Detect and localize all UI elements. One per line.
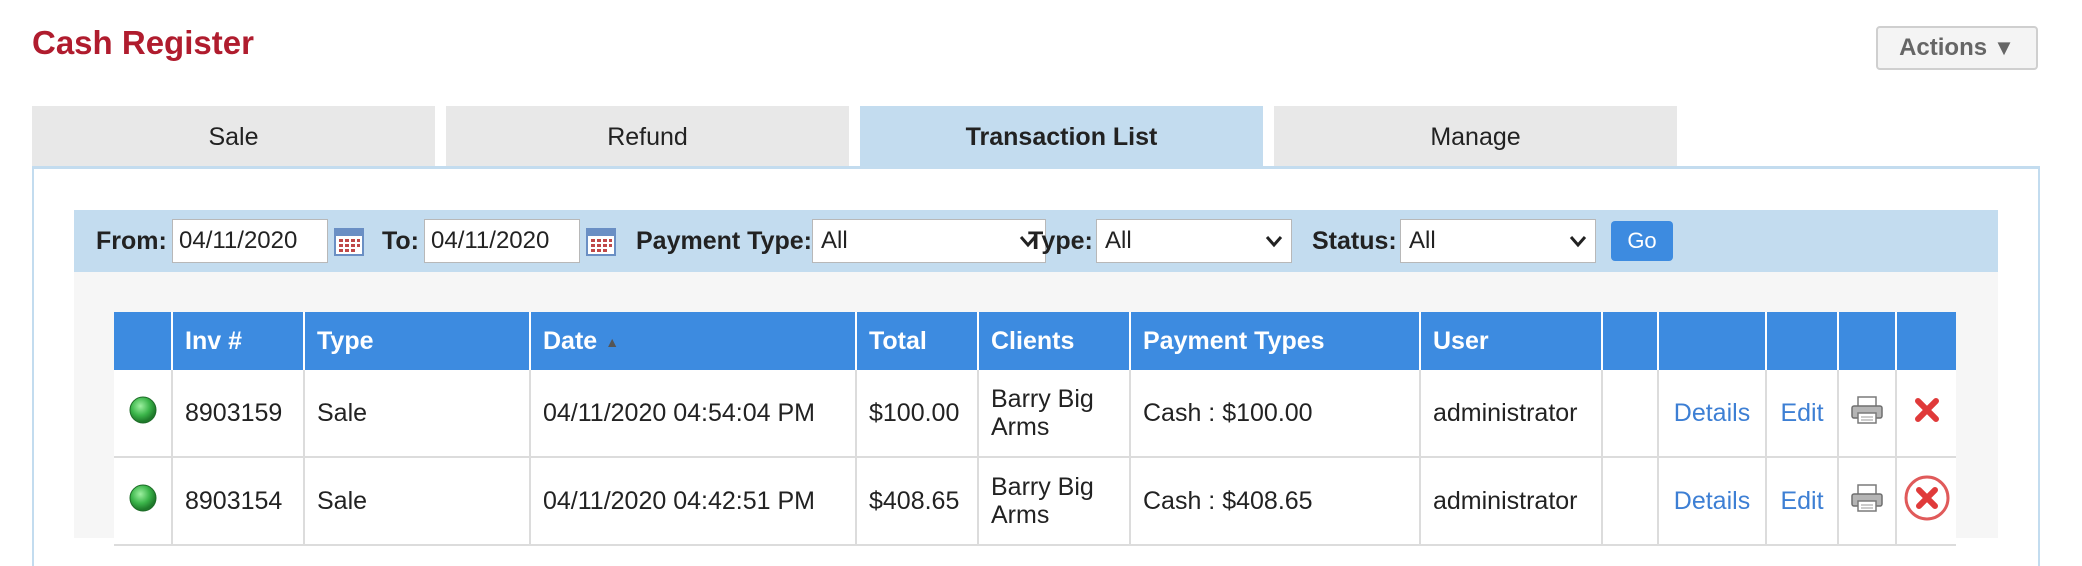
column-header-blank [1602, 312, 1659, 370]
status-green-dot-icon [129, 484, 156, 511]
user-cell: administrator [1420, 457, 1603, 546]
printer-icon[interactable] [1850, 395, 1884, 425]
status-select[interactable]: All [1400, 219, 1596, 263]
total-cell: $100.00 [856, 370, 979, 458]
edit-link[interactable]: Edit [1766, 370, 1839, 458]
client-cell: Barry Big Arms [978, 457, 1131, 546]
edit-link[interactable]: Edit [1766, 457, 1839, 546]
user-cell: administrator [1420, 370, 1603, 458]
column-header-total[interactable]: Total [856, 312, 979, 370]
triangle-down-icon: ▼ [1993, 35, 2015, 60]
go-button[interactable]: Go [1611, 221, 1673, 261]
payment-cell: Cash : $100.00 [1130, 370, 1421, 458]
cash-register-page: Cash Register Actions ▼ Sale Refund Tran… [0, 0, 2082, 566]
calendar-icon[interactable] [334, 226, 364, 256]
column-header-delete [1896, 312, 1956, 370]
tab-sale[interactable]: Sale [32, 106, 435, 168]
date-header-label: Date [543, 326, 598, 355]
column-header-print [1838, 312, 1897, 370]
status-label: Status: [1312, 227, 1397, 255]
table-row: 8903159 Sale 04/11/2020 04:54:04 PM $100… [114, 370, 1956, 458]
column-header-edit [1766, 312, 1839, 370]
delete-x-icon[interactable] [1912, 395, 1942, 425]
table-header-row: Inv # Type Date ▲ Total Clients Payment T… [114, 312, 1956, 370]
from-label: From: [96, 227, 167, 255]
status-cell [114, 370, 173, 458]
type-label: Type: [1028, 227, 1093, 255]
delete-cell [1896, 370, 1956, 458]
blank-cell [1602, 457, 1659, 546]
page-title: Cash Register [32, 24, 254, 61]
filter-bar: From: 04/11/2020 To: 04/11/2020 Payment … [74, 210, 1998, 272]
print-cell [1838, 457, 1897, 546]
status-value: All [1409, 227, 1436, 254]
delete-x-icon[interactable] [1904, 475, 1950, 521]
transaction-table: Inv # Type Date ▲ Total Clients Payment T… [114, 312, 1956, 546]
inv-cell: 8903159 [172, 370, 305, 458]
status-green-dot-icon [129, 396, 156, 423]
chevron-down-icon [1265, 236, 1283, 248]
type-cell: Sale [304, 370, 531, 458]
column-header-date[interactable]: Date ▲ [530, 312, 857, 370]
calendar-icon[interactable] [586, 226, 616, 256]
details-link[interactable]: Details [1658, 457, 1767, 546]
actions-label: Actions [1899, 34, 1988, 61]
client-name[interactable]: Barry Big Arms [991, 385, 1121, 441]
to-date-input[interactable]: 04/11/2020 [424, 219, 580, 263]
date-cell: 04/11/2020 04:54:04 PM [530, 370, 857, 458]
sort-ascending-icon: ▲ [605, 333, 620, 350]
inv-cell: 8903154 [172, 457, 305, 546]
client-name[interactable]: Barry Big Arms [991, 473, 1121, 529]
to-label: To: [382, 227, 420, 255]
column-header-details [1658, 312, 1767, 370]
tab-manage[interactable]: Manage [1274, 106, 1677, 168]
client-cell: Barry Big Arms [978, 370, 1131, 458]
payment-type-label: Payment Type: [636, 227, 812, 255]
actions-button[interactable]: Actions ▼ [1876, 26, 2038, 70]
table-row: 8903154 Sale 04/11/2020 04:42:51 PM $408… [114, 457, 1956, 546]
payment-type-value: All [821, 227, 848, 254]
column-header-status [114, 312, 173, 370]
payment-cell: Cash : $408.65 [1130, 457, 1421, 546]
total-cell: $408.65 [856, 457, 979, 546]
type-select[interactable]: All [1096, 219, 1292, 263]
print-cell [1838, 370, 1897, 458]
from-date-input[interactable]: 04/11/2020 [172, 219, 328, 263]
column-header-user[interactable]: User [1420, 312, 1603, 370]
type-cell: Sale [304, 457, 531, 546]
tab-refund[interactable]: Refund [446, 106, 849, 168]
tab-transaction-list[interactable]: Transaction List [860, 106, 1263, 168]
column-header-payment-types[interactable]: Payment Types [1130, 312, 1421, 370]
column-header-type[interactable]: Type [304, 312, 531, 370]
date-cell: 04/11/2020 04:42:51 PM [530, 457, 857, 546]
delete-cell [1896, 457, 1956, 546]
column-header-clients[interactable]: Clients [978, 312, 1131, 370]
payment-type-select[interactable]: All [812, 219, 1046, 263]
blank-cell [1602, 370, 1659, 458]
details-link[interactable]: Details [1658, 370, 1767, 458]
printer-icon[interactable] [1850, 483, 1884, 513]
chevron-down-icon [1569, 236, 1587, 248]
status-cell [114, 457, 173, 546]
column-header-inv[interactable]: Inv # [172, 312, 305, 370]
type-value: All [1105, 227, 1132, 254]
